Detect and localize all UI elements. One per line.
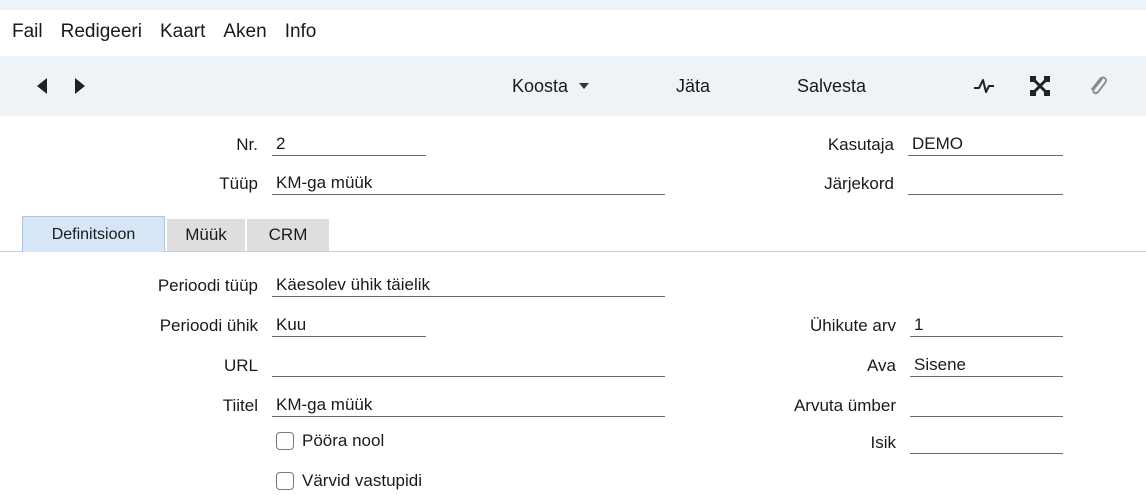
- menu-bar: Fail Redigeeri Kaart Aken Info: [0, 14, 1146, 50]
- perioodi-uhik-label: Perioodi ühik: [159, 316, 258, 335]
- tab-bar: Definitsioon Müük CRM: [0, 216, 1146, 252]
- window-top-strip: [0, 0, 1146, 10]
- salvesta-button[interactable]: Salvesta: [797, 56, 866, 116]
- poora-nool-checkbox[interactable]: Pööra nool: [276, 431, 384, 451]
- jarjekord-label: Järjekord: [824, 174, 894, 193]
- poora-nool-label: Pööra nool: [302, 431, 385, 450]
- menu-fail[interactable]: Fail: [12, 21, 43, 43]
- perioodi-tuup-field[interactable]: Käesolev ühik täielik: [272, 273, 665, 297]
- kasutaja-label: Kasutaja: [827, 135, 894, 154]
- jarjekord-field[interactable]: [908, 171, 1063, 195]
- tuup-field[interactable]: KM-ga müük: [272, 171, 665, 195]
- nr-field[interactable]: 2: [272, 132, 426, 156]
- perioodi-tuup-label: Perioodi tüüp: [157, 276, 258, 295]
- tab-muuk[interactable]: Müük: [167, 219, 245, 251]
- koosta-button[interactable]: Koosta: [512, 56, 590, 116]
- ava-label: Ava: [867, 356, 896, 375]
- menu-kaart[interactable]: Kaart: [160, 21, 205, 43]
- tiitel-field[interactable]: KM-ga müük: [272, 393, 665, 417]
- tab-bar-baseline: [0, 251, 1146, 252]
- salvesta-label: Salvesta: [797, 75, 867, 96]
- arrow-right-icon: [75, 78, 85, 94]
- checkbox-box[interactable]: [276, 472, 294, 490]
- checkbox-box[interactable]: [276, 432, 294, 450]
- isik-label: Isik: [870, 433, 897, 452]
- arvuta-umber-field[interactable]: [910, 393, 1063, 417]
- arvuta-umber-label: Arvuta ümber: [793, 396, 896, 415]
- jata-button[interactable]: Jäta: [676, 56, 710, 116]
- jata-label: Jäta: [676, 75, 711, 96]
- activity-icon: [974, 79, 994, 93]
- varvid-vastupidi-checkbox[interactable]: Värvid vastupidi: [276, 471, 422, 491]
- nr-label: Nr.: [236, 135, 258, 154]
- toolbar: Koosta Jäta Salvesta: [0, 56, 1146, 116]
- varvid-vastupidi-label: Värvid vastupidi: [302, 471, 423, 490]
- isik-field[interactable]: [910, 430, 1063, 454]
- kasutaja-field[interactable]: DEMO: [908, 132, 1063, 156]
- chevron-down-icon: [579, 83, 590, 89]
- previous-record-button[interactable]: [26, 70, 58, 102]
- tiitel-label: Tiitel: [222, 396, 258, 415]
- ava-field[interactable]: Sisene: [910, 353, 1063, 377]
- expand-icon: [1030, 76, 1050, 96]
- uhikute-arv-label: Ühikute arv: [810, 316, 896, 335]
- tab-crm[interactable]: CRM: [247, 219, 329, 251]
- uhikute-arv-field[interactable]: 1: [910, 313, 1063, 337]
- expand-button[interactable]: [1024, 70, 1056, 102]
- tuup-label: Tüüp: [219, 174, 258, 193]
- tab-definitsioon[interactable]: Definitsioon: [22, 216, 165, 252]
- menu-aken[interactable]: Aken: [223, 21, 266, 43]
- arrow-left-icon: [37, 78, 47, 94]
- paperclip-icon: [1091, 76, 1107, 95]
- attach-button[interactable]: [1082, 70, 1114, 102]
- menu-info[interactable]: Info: [285, 21, 317, 43]
- next-record-button[interactable]: [64, 70, 96, 102]
- url-label: URL: [223, 356, 258, 375]
- koosta-label: Koosta: [512, 75, 569, 96]
- url-field[interactable]: [272, 353, 665, 377]
- menu-redigeeri[interactable]: Redigeeri: [61, 21, 142, 43]
- activity-button[interactable]: [968, 70, 1000, 102]
- perioodi-uhik-field[interactable]: Kuu: [272, 313, 426, 337]
